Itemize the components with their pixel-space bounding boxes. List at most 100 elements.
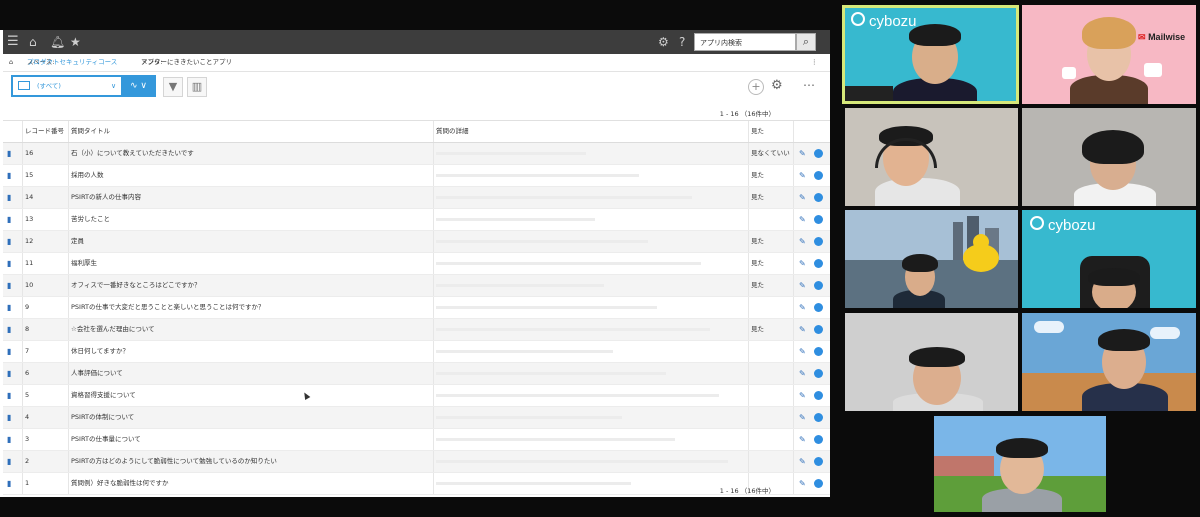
video-tile-5[interactable] bbox=[845, 210, 1018, 308]
edit-pencil-icon[interactable]: ✎ bbox=[799, 275, 809, 296]
top-black-bar bbox=[0, 0, 840, 30]
record-action-icon[interactable] bbox=[814, 347, 823, 356]
record-action-icon[interactable] bbox=[814, 457, 823, 466]
record-action-icon[interactable] bbox=[814, 435, 823, 444]
table-row[interactable]: ▮ 10 オフィスで一番好きなところはどこですか？ 見た ✎ bbox=[3, 275, 830, 297]
edit-pencil-icon[interactable]: ✎ bbox=[799, 297, 809, 318]
add-record-button[interactable]: + bbox=[748, 79, 764, 95]
bell-icon[interactable]: 🔔︎ bbox=[50, 33, 65, 51]
question-detail bbox=[436, 297, 657, 318]
seen-status: 見た bbox=[751, 171, 764, 179]
video-tile-6[interactable]: cybozu bbox=[1022, 210, 1196, 308]
table-row[interactable]: ▮ 7 休日何してますか？ ✎ bbox=[3, 341, 830, 363]
table-row[interactable]: ▮ 13 苦労したこと ✎ bbox=[3, 209, 830, 231]
edit-pencil-icon[interactable]: ✎ bbox=[799, 165, 809, 186]
gear-icon[interactable]: ⚙ bbox=[658, 33, 669, 51]
table-row[interactable]: ▮ 14 PSIRTの新人の仕事内容 見た ✎ bbox=[3, 187, 830, 209]
chart-button[interactable]: ▥ bbox=[187, 77, 207, 97]
breadcrumb-home-icon[interactable]: ⌂ bbox=[9, 54, 13, 71]
more-options-icon[interactable]: ⋯ bbox=[803, 78, 815, 92]
record-action-icon[interactable] bbox=[814, 413, 823, 422]
record-detail-icon[interactable]: ▮ bbox=[7, 231, 17, 252]
col-header-title[interactable]: 質問タイトル bbox=[71, 121, 431, 142]
graph-button[interactable]: ∿ ∨ bbox=[121, 77, 156, 95]
record-action-icon[interactable] bbox=[814, 215, 823, 224]
table-row[interactable]: ▮ 8 ☆会社を選んだ理由について 見た ✎ bbox=[3, 319, 830, 341]
video-tile-4[interactable] bbox=[1022, 108, 1196, 206]
view-selector[interactable]: (すべて) ∨ ∿ ∨ bbox=[11, 75, 156, 97]
table-row[interactable]: ▮ 12 定員 見た ✎ bbox=[3, 231, 830, 253]
record-action-icon[interactable] bbox=[814, 369, 823, 378]
edit-pencil-icon[interactable]: ✎ bbox=[799, 231, 809, 252]
record-detail-icon[interactable]: ▮ bbox=[7, 253, 17, 274]
home-icon[interactable]: ⌂ bbox=[29, 33, 37, 51]
video-tile-2[interactable]: ✉ Mailwise bbox=[1022, 5, 1196, 104]
video-tile-1[interactable]: cybozu bbox=[842, 5, 1019, 104]
star-icon[interactable]: ★ bbox=[70, 33, 81, 51]
edit-pencil-icon[interactable]: ✎ bbox=[799, 363, 809, 384]
seen-status bbox=[751, 385, 791, 406]
table-row[interactable]: ▮ 2 PSIRTの方はどのようにして脆弱性について勉強しているのか知りたい ✎ bbox=[3, 451, 830, 473]
edit-pencil-icon[interactable]: ✎ bbox=[799, 253, 809, 274]
video-tile-9[interactable] bbox=[934, 416, 1106, 512]
app-search-input[interactable]: アプリ内検索 bbox=[694, 33, 796, 51]
record-action-icon[interactable] bbox=[814, 193, 823, 202]
search-button[interactable]: ⌕ bbox=[796, 33, 816, 51]
table-row[interactable]: ▮ 11 福利厚生 見た ✎ bbox=[3, 253, 830, 275]
record-detail-icon[interactable]: ▮ bbox=[7, 143, 17, 164]
record-action-icon[interactable] bbox=[814, 303, 823, 312]
edit-pencil-icon[interactable]: ✎ bbox=[799, 319, 809, 340]
video-tile-3[interactable] bbox=[845, 108, 1018, 206]
video-tile-8[interactable] bbox=[1022, 313, 1196, 411]
record-detail-icon[interactable]: ▮ bbox=[7, 429, 17, 450]
edit-pencil-icon[interactable]: ✎ bbox=[799, 407, 809, 428]
record-action-icon[interactable] bbox=[814, 479, 823, 488]
record-detail-icon[interactable]: ▮ bbox=[7, 407, 17, 428]
video-tile-7[interactable] bbox=[845, 313, 1018, 411]
record-detail-icon[interactable]: ▮ bbox=[7, 165, 17, 186]
col-header-record-number[interactable]: レコード番号 bbox=[25, 121, 65, 142]
edit-pencil-icon[interactable]: ✎ bbox=[799, 209, 809, 230]
record-detail-icon[interactable]: ▮ bbox=[7, 473, 17, 494]
question-title: 石（小）について教えていただきたいです bbox=[71, 149, 194, 157]
record-action-icon[interactable] bbox=[814, 281, 823, 290]
col-header-detail[interactable]: 質問の詳細 bbox=[436, 121, 748, 142]
record-action-icon[interactable] bbox=[814, 325, 823, 334]
table-row[interactable]: ▮ 3 PSIRTの仕事量について ✎ bbox=[3, 429, 830, 451]
table-row[interactable]: ▮ 6 人事評価について ✎ bbox=[3, 363, 830, 385]
record-action-icon[interactable] bbox=[814, 171, 823, 180]
pin-icon[interactable]: ⋮ bbox=[811, 54, 818, 71]
edit-pencil-icon[interactable]: ✎ bbox=[799, 143, 809, 164]
edit-pencil-icon[interactable]: ✎ bbox=[799, 429, 809, 450]
record-action-icon[interactable] bbox=[814, 237, 823, 246]
record-detail-icon[interactable]: ▮ bbox=[7, 363, 17, 384]
record-number: 15 bbox=[25, 171, 34, 179]
menu-icon[interactable]: ☰ bbox=[7, 33, 19, 51]
record-detail-icon[interactable]: ▮ bbox=[7, 319, 17, 340]
record-detail-icon[interactable]: ▮ bbox=[7, 341, 17, 362]
record-action-icon[interactable] bbox=[814, 149, 823, 158]
table-row[interactable]: ▮ 15 採用の人数 見た ✎ bbox=[3, 165, 830, 187]
record-action-icon[interactable] bbox=[814, 259, 823, 268]
edit-pencil-icon[interactable]: ✎ bbox=[799, 341, 809, 362]
help-icon[interactable]: ? bbox=[679, 33, 685, 51]
edit-pencil-icon[interactable]: ✎ bbox=[799, 385, 809, 406]
record-action-icon[interactable] bbox=[814, 391, 823, 400]
settings-gear-icon[interactable]: ⚙ bbox=[771, 78, 783, 93]
table-row[interactable]: ▮ 9 PSIRTの仕事で大変だと思うことと楽しいと思うことは何ですか？ ✎ bbox=[3, 297, 830, 319]
record-detail-icon[interactable]: ▮ bbox=[7, 451, 17, 472]
record-detail-icon[interactable]: ▮ bbox=[7, 297, 17, 318]
record-detail-icon[interactable]: ▮ bbox=[7, 209, 17, 230]
table-row[interactable]: ▮ 5 資格習得支援について ✎ bbox=[3, 385, 830, 407]
filter-button[interactable]: ▼ bbox=[163, 77, 183, 97]
edit-pencil-icon[interactable]: ✎ bbox=[799, 473, 809, 494]
edit-pencil-icon[interactable]: ✎ bbox=[799, 187, 809, 208]
edit-pencil-icon[interactable]: ✎ bbox=[799, 451, 809, 472]
table-row[interactable]: ▮ 1 質問例）好きな脆弱性は何ですか ✎ bbox=[3, 473, 830, 495]
table-row[interactable]: ▮ 16 石（小）について教えていただきたいです 見なくていい ✎ bbox=[3, 143, 830, 165]
col-header-seen[interactable]: 見た bbox=[751, 121, 791, 142]
record-detail-icon[interactable]: ▮ bbox=[7, 275, 17, 296]
record-detail-icon[interactable]: ▮ bbox=[7, 187, 17, 208]
table-row[interactable]: ▮ 4 PSIRTの体制について ✎ bbox=[3, 407, 830, 429]
record-detail-icon[interactable]: ▮ bbox=[7, 385, 17, 406]
